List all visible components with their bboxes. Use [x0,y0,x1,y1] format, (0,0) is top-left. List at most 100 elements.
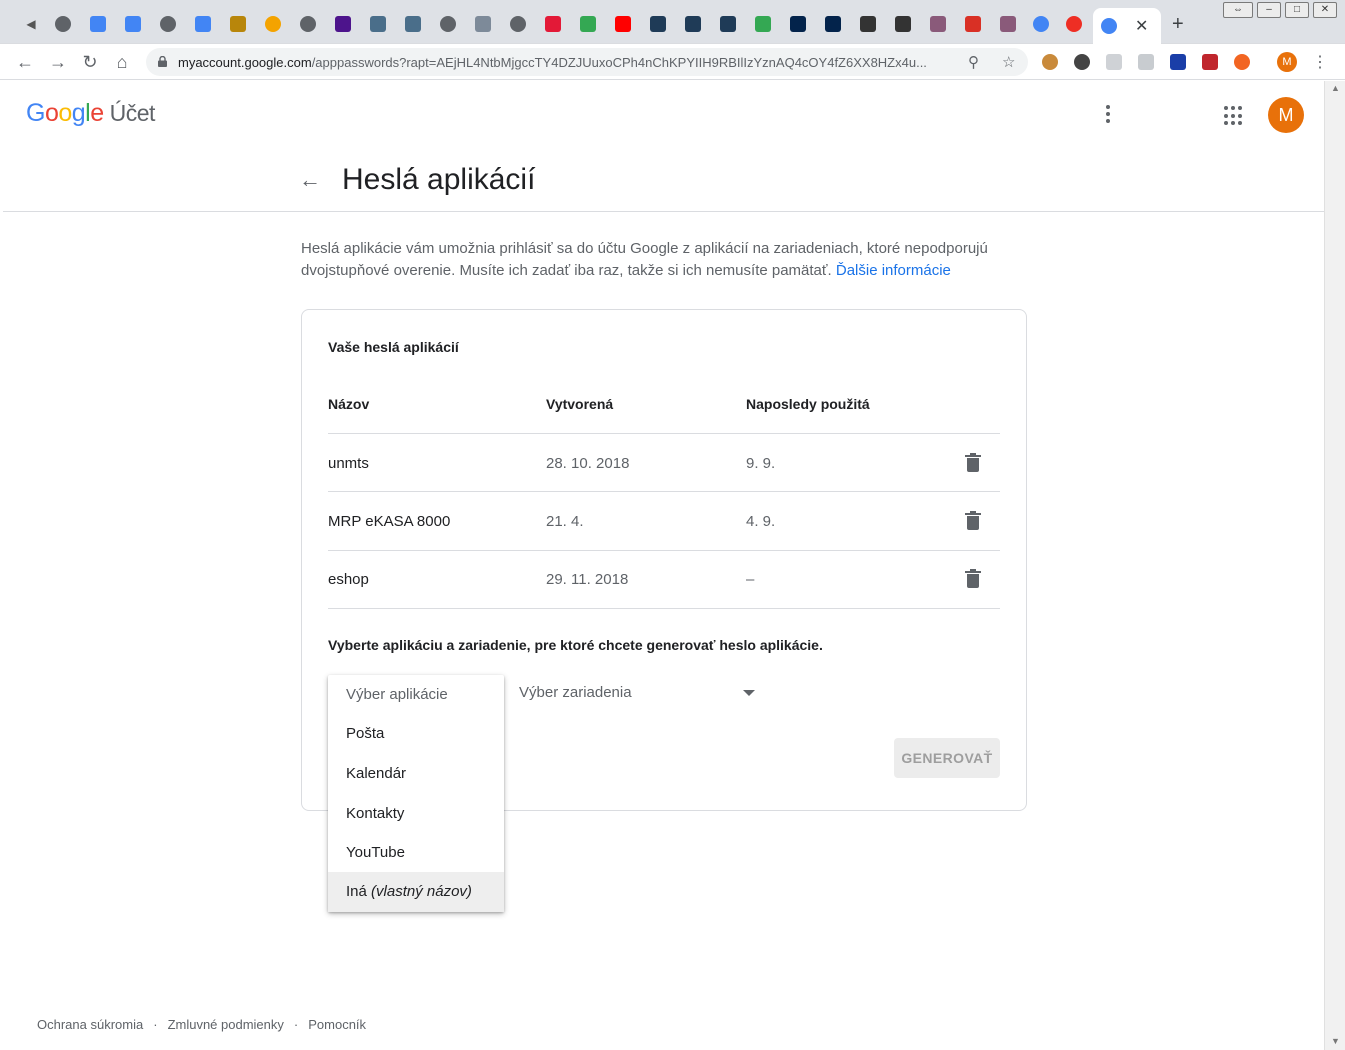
docs-icon [195,16,211,32]
tab-1[interactable] [48,9,78,39]
close-window-icon[interactable]: ✕ [1313,2,1337,18]
tab-30[interactable] [1059,9,1089,39]
moon-extension-icon[interactable] [1074,54,1090,70]
active-tab[interactable]: ✕ [1093,8,1161,44]
tab-6[interactable] [223,9,253,39]
flag-icon [1000,16,1016,32]
row-created: 21. 4. [546,513,584,530]
delete-trash-icon[interactable] [965,511,981,531]
tab-16[interactable] [573,9,603,39]
close-tab-icon[interactable]: ✕ [1135,16,1148,36]
warning-extension-icon[interactable] [1202,54,1218,70]
tab-12[interactable] [433,9,463,39]
tab-4[interactable] [153,9,183,39]
scroll-up-icon[interactable]: ▲ [1331,83,1340,93]
maximize-icon[interactable]: □ [1285,2,1309,18]
tab-2[interactable] [83,9,113,39]
app-option-placeholder[interactable]: Výber aplikácie [328,675,504,715]
minimize-icon[interactable]: – [1257,2,1281,18]
tab-21[interactable] [748,9,778,39]
more-options-icon[interactable] [1098,103,1118,127]
tab-23[interactable] [818,9,848,39]
lock-icon [158,56,167,67]
google-account-logo[interactable]: Google Účet [26,99,155,128]
browser-tab-strip: ◀ ✕ + ⇔ – □ ✕ [0,0,1345,44]
vertical-scrollbar[interactable]: ▲ ▼ [1324,81,1345,1050]
forward-icon[interactable]: → [47,51,69,73]
learn-more-link[interactable]: Ďalšie informácie [836,262,951,279]
microchip-icon [1066,16,1082,32]
tab-22[interactable] [783,9,813,39]
card-title: Vaše heslá aplikácií [328,339,459,355]
app-option-contacts[interactable]: Kontakty [328,794,504,834]
browser-menu-icon[interactable]: ⋮ [1312,52,1328,72]
divider [328,433,1000,434]
url-text: myaccount.google.com/apppasswords?rapt=A… [178,55,927,70]
lifebuoy-extension-icon[interactable] [1234,54,1250,70]
new-tab-button[interactable]: + [1172,13,1184,36]
tab-18[interactable] [643,9,673,39]
footer-separator: · [153,1017,158,1032]
back-icon[interactable]: ← [14,51,36,73]
app-option-youtube[interactable]: YouTube [328,833,504,873]
drive-icon [580,16,596,32]
tab-8[interactable] [293,9,323,39]
star-icon[interactable]: ☆ [1002,53,1015,71]
tab-24[interactable] [853,9,883,39]
apps-grid-icon[interactable] [1224,106,1244,126]
footer-privacy-link[interactable]: Ochrana súkromia [37,1017,143,1032]
browser-profile-avatar[interactable]: M [1277,52,1297,72]
account-avatar[interactable]: M [1268,97,1304,133]
home-icon[interactable]: ⌂ [111,51,133,73]
cookie-extension-icon[interactable] [1042,54,1058,70]
tab-9[interactable] [328,9,358,39]
row-last-used: 4. 9. [746,513,776,530]
address-bar[interactable]: myaccount.google.com/apppasswords?rapt=A… [146,48,1028,76]
tab-19[interactable] [678,9,708,39]
row-created: 28. 10. 2018 [546,455,630,472]
tab-27[interactable] [958,9,988,39]
tab-13[interactable] [468,9,498,39]
tab-7[interactable] [258,9,288,39]
tab-25[interactable] [888,9,918,39]
google-header: Google Účet M [3,81,1324,145]
tab-29[interactable] [1026,9,1056,39]
delete-trash-icon[interactable] [965,569,981,589]
app-option-mail[interactable]: Pošta [328,714,504,754]
footer-help-link[interactable]: Pomocník [308,1017,366,1032]
screen-extension-icon[interactable] [1106,54,1122,70]
tab-10[interactable] [363,9,393,39]
tab-11[interactable] [398,9,428,39]
generate-button[interactable]: GENEROVAŤ [894,738,1000,778]
tab-28[interactable] [993,9,1023,39]
grid-extension-icon[interactable] [1138,54,1154,70]
app-option-other[interactable]: Iná (vlastný názov) [328,872,504,912]
restore-size-icon[interactable]: ⇔ [1223,2,1253,18]
column-header-created: Vytvorená [546,396,614,412]
zoom-icon[interactable]: ⚲ [968,53,979,71]
tab-26[interactable] [923,9,953,39]
tab-15[interactable] [538,9,568,39]
app-select-dropdown[interactable]: Výber aplikácie Pošta Kalendár Kontakty … [328,675,504,912]
device-select[interactable]: Výber zariadenia [519,684,759,708]
app-option-calendar[interactable]: Kalendár [328,754,504,794]
tab-3[interactable] [118,9,148,39]
delete-trash-icon[interactable] [965,453,981,473]
globe-icon [440,16,456,32]
tab-20[interactable] [713,9,743,39]
gmail-icon [965,16,981,32]
scroll-down-icon[interactable]: ▼ [1331,1036,1340,1046]
column-header-name: Názov [328,396,370,412]
tab-audio[interactable]: ◀ [16,9,46,39]
reload-icon[interactable]: ↻ [79,51,101,73]
page-title: Heslá aplikácií [342,163,536,196]
tab-14[interactable] [503,9,533,39]
tab-17[interactable] [608,9,638,39]
flag-extension-icon[interactable] [1170,54,1186,70]
back-arrow-icon[interactable]: ← [299,167,321,193]
footer-terms-link[interactable]: Zmluvné podmienky [168,1017,284,1032]
h-icon [405,16,421,32]
docs-icon [125,16,141,32]
tab-5[interactable] [188,9,218,39]
globe-icon [510,16,526,32]
